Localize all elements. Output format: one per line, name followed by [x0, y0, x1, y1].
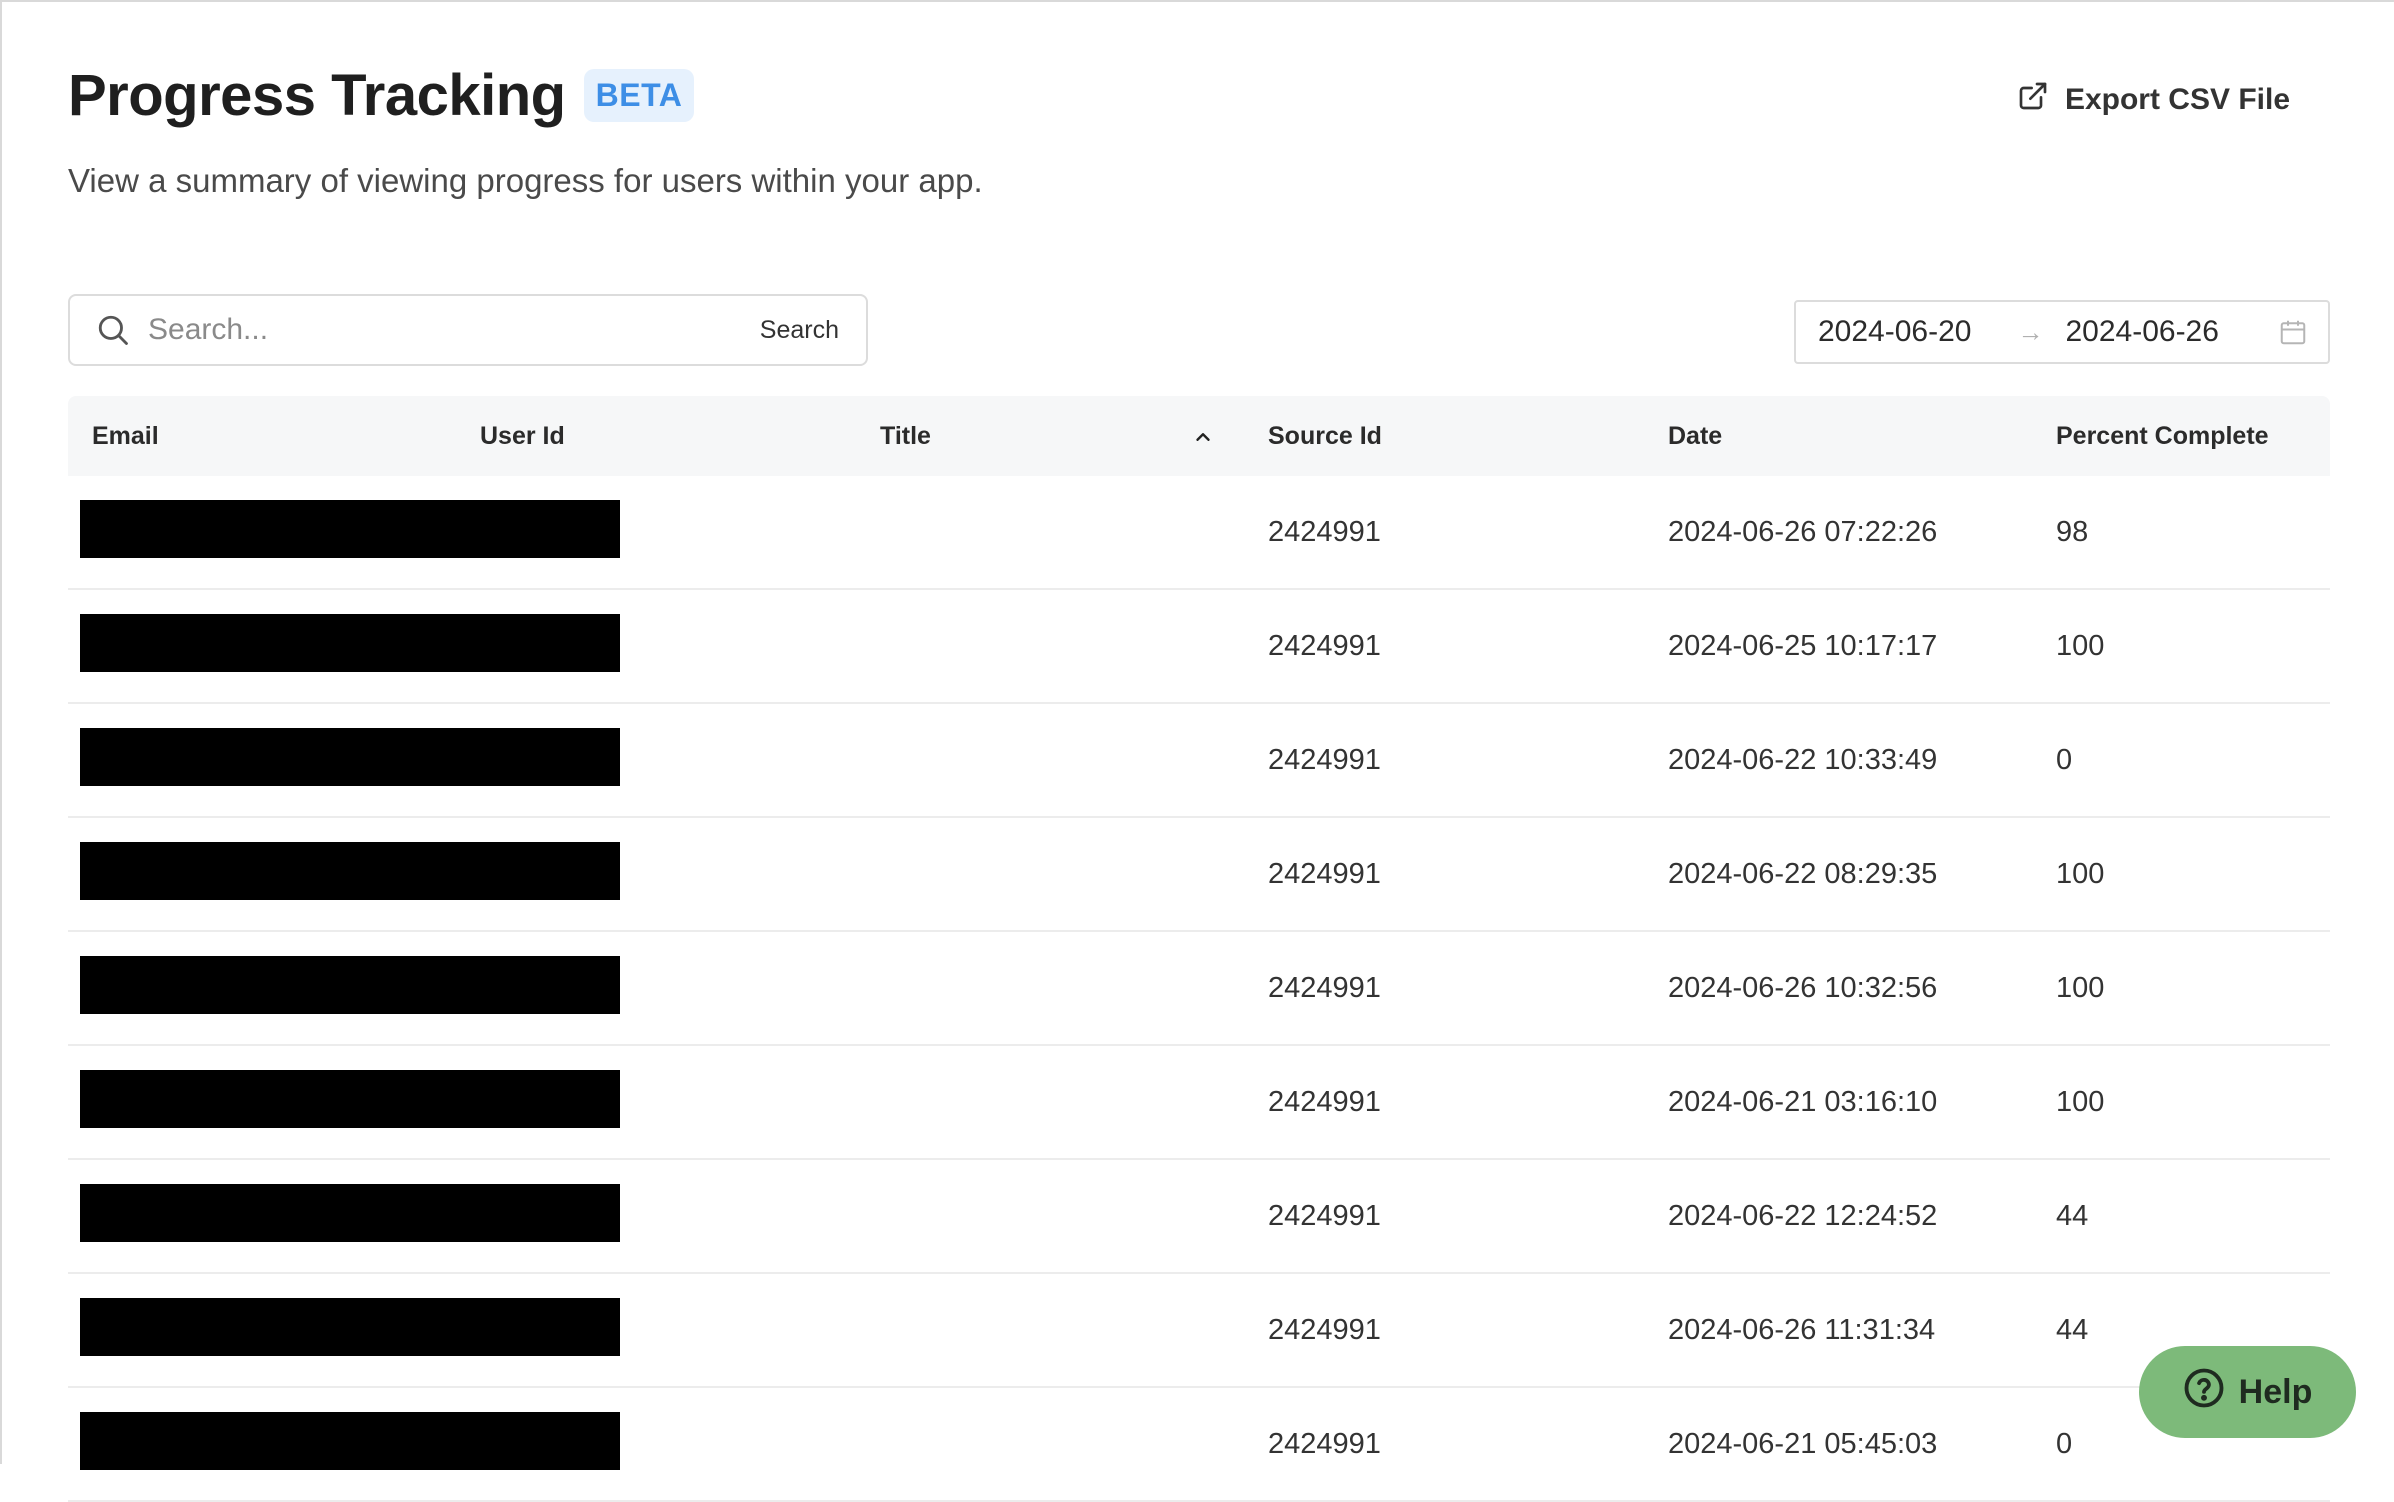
percent-complete-cell: 100 — [2056, 972, 2105, 1004]
export-csv-button[interactable]: Export CSV File — [2017, 80, 2290, 120]
redacted-user-info — [80, 842, 620, 900]
redacted-user-info — [80, 614, 620, 672]
external-link-icon — [2017, 80, 2049, 120]
column-header-user-id[interactable]: User Id — [480, 396, 565, 476]
source-id-cell: 2424991 — [1268, 1086, 1381, 1118]
help-label: Help — [2238, 1372, 2313, 1411]
redacted-user-info — [80, 956, 620, 1014]
help-button[interactable]: Help — [2139, 1346, 2356, 1438]
redacted-user-info — [80, 1184, 620, 1242]
beta-badge: BETA — [583, 69, 695, 122]
column-header-title[interactable]: Title — [880, 396, 931, 476]
percent-complete-cell: 100 — [2056, 630, 2105, 662]
search-input[interactable] — [146, 312, 760, 348]
redacted-user-info — [80, 500, 620, 558]
table-row[interactable]: 2424991 2024-06-26 10:32:56 100 — [68, 932, 2330, 1046]
source-id-cell: 2424991 — [1268, 744, 1381, 776]
date-cell: 2024-06-26 11:31:34 — [1668, 1314, 1936, 1346]
arrow-right-icon: → — [2017, 316, 2044, 347]
date-range-picker[interactable]: 2024-06-20 → 2024-06-26 — [1794, 300, 2330, 364]
source-id-cell: 2424991 — [1268, 1200, 1381, 1232]
date-cell: 2024-06-26 10:32:56 — [1668, 972, 1938, 1004]
column-header-source-id[interactable]: Source Id — [1268, 396, 1382, 476]
page-subtitle: View a summary of viewing progress for u… — [68, 162, 983, 199]
progress-tracking-page: Progress Tracking BETA View a summary of… — [68, 2, 2330, 1502]
question-circle-icon — [2183, 1367, 2225, 1418]
column-header-percent-complete[interactable]: Percent Complete — [2056, 396, 2269, 476]
progress-table: Email User Id Title Source Id Date Perce… — [68, 396, 2330, 1502]
redacted-user-info — [80, 728, 620, 786]
date-cell: 2024-06-26 07:22:26 — [1668, 516, 1938, 548]
date-cell: 2024-06-22 08:29:35 — [1668, 858, 1938, 890]
page-header: Progress Tracking BETA — [68, 62, 695, 129]
date-range-end[interactable]: 2024-06-26 — [2065, 315, 2218, 349]
date-cell: 2024-06-25 10:17:17 — [1668, 630, 1938, 662]
source-id-cell: 2424991 — [1268, 858, 1381, 890]
column-header-email[interactable]: Email — [92, 396, 159, 476]
source-id-cell: 2424991 — [1268, 1314, 1381, 1346]
page-title: Progress Tracking — [68, 63, 566, 128]
percent-complete-cell: 0 — [2056, 1428, 2073, 1460]
source-id-cell: 2424991 — [1268, 516, 1381, 548]
search-icon — [94, 311, 132, 349]
table-row[interactable]: 2424991 2024-06-22 08:29:35 100 — [68, 818, 2330, 932]
date-cell: 2024-06-21 05:45:03 — [1668, 1428, 1938, 1460]
search-bar: Search — [68, 294, 868, 366]
date-range-start[interactable]: 2024-06-20 — [1818, 315, 1971, 349]
table-row[interactable]: 2424991 2024-06-26 11:31:34 44 — [68, 1274, 2330, 1388]
percent-complete-cell: 100 — [2056, 858, 2105, 890]
date-cell: 2024-06-22 10:33:49 — [1668, 744, 1938, 776]
table-row[interactable]: 2424991 2024-06-22 10:33:49 0 — [68, 704, 2330, 818]
table-row[interactable]: 2424991 2024-06-22 12:24:52 44 — [68, 1160, 2330, 1274]
percent-complete-cell: 44 — [2056, 1314, 2089, 1346]
sort-ascending-icon[interactable] — [1192, 426, 1214, 448]
export-csv-label: Export CSV File — [2064, 83, 2290, 116]
date-cell: 2024-06-21 03:16:10 — [1668, 1086, 1938, 1118]
source-id-cell: 2424991 — [1268, 1428, 1381, 1460]
table-row[interactable]: 2424991 2024-06-25 10:17:17 100 — [68, 590, 2330, 704]
redacted-user-info — [80, 1298, 620, 1356]
table-row[interactable]: 2424991 2024-06-21 05:45:03 0 — [68, 1388, 2330, 1502]
percent-complete-cell: 44 — [2056, 1200, 2089, 1232]
percent-complete-cell: 98 — [2056, 516, 2089, 548]
calendar-icon[interactable] — [2278, 317, 2308, 347]
redacted-user-info — [80, 1070, 620, 1128]
redacted-user-info — [80, 1412, 620, 1470]
table-row[interactable]: 2424991 2024-06-21 03:16:10 100 — [68, 1046, 2330, 1160]
date-cell: 2024-06-22 12:24:52 — [1668, 1200, 1938, 1232]
search-button[interactable]: Search — [760, 316, 839, 345]
percent-complete-cell: 0 — [2056, 744, 2073, 776]
table-header: Email User Id Title Source Id Date Perce… — [68, 396, 2330, 476]
column-header-date[interactable]: Date — [1668, 396, 1722, 476]
source-id-cell: 2424991 — [1268, 972, 1381, 1004]
source-id-cell: 2424991 — [1268, 630, 1381, 662]
percent-complete-cell: 100 — [2056, 1086, 2105, 1118]
table-row[interactable]: 2424991 2024-06-26 07:22:26 98 — [68, 476, 2330, 590]
app-frame: Progress Tracking BETA View a summary of… — [0, 0, 2394, 1502]
